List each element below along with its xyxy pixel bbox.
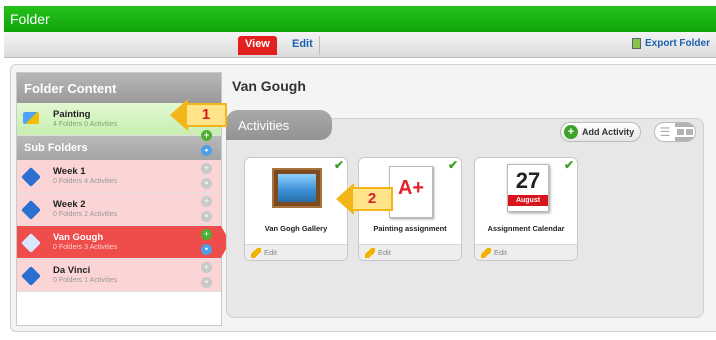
folder-meta: 0 Folders 4 Activities <box>53 178 118 185</box>
move-down-icon[interactable]: • <box>201 244 212 255</box>
folder-diamond-icon <box>21 233 41 253</box>
move-up-icon[interactable]: + <box>201 229 212 240</box>
move-down-icon[interactable]: • <box>201 277 212 288</box>
folder-meta: 0 Folders 2 Activities <box>53 211 118 218</box>
framed-picture-icon <box>272 168 322 208</box>
activity-edit-button[interactable]: Edit <box>475 244 577 260</box>
view-toggle: ☰ <box>654 122 696 142</box>
pencil-icon <box>365 247 375 258</box>
tab-view[interactable]: View <box>238 36 277 55</box>
edit-label: Edit <box>264 248 277 257</box>
move-down-icon[interactable]: • <box>201 211 212 222</box>
window-title: Folder <box>10 11 50 27</box>
window-titlebar: Folder <box>4 6 716 32</box>
page-title: Van Gough <box>232 78 306 94</box>
add-activity-label: Add Activity <box>582 127 635 137</box>
folder-meta: 0 Folders 3 Activities <box>53 244 118 251</box>
callout-arrow <box>170 99 188 131</box>
callout-arrow <box>336 183 354 215</box>
document-grade-icon: A+ <box>389 166 433 218</box>
folder-name: Van Gough <box>53 232 104 243</box>
export-icon <box>631 38 641 49</box>
pencil-icon <box>481 247 491 258</box>
activity-card-van-gogh-gallery[interactable]: ✔ Van Gogh Gallery Edit <box>244 157 348 261</box>
add-subfolder-icon[interactable]: + <box>201 130 212 141</box>
paint-palette-icon <box>23 112 39 128</box>
folder-diamond-icon <box>21 200 41 220</box>
activity-edit-button[interactable]: Edit <box>245 244 347 260</box>
subfolders-header: Sub Folders + • <box>17 130 221 160</box>
subfolder-item-week-1[interactable]: Week 1 0 Folders 4 Activities + • <box>17 160 221 193</box>
folder-name: Painting <box>53 109 91 120</box>
grid-view-icon[interactable] <box>675 123 695 141</box>
activity-label: Van Gogh Gallery <box>264 224 328 233</box>
folder-meta: 4 Folders 0 Activities <box>53 121 118 128</box>
edit-label: Edit <box>494 248 507 257</box>
move-up-icon[interactable]: + <box>201 163 212 174</box>
move-down-icon[interactable]: • <box>201 178 212 189</box>
move-up-icon[interactable]: + <box>201 196 212 207</box>
calendar-month: August <box>508 195 548 206</box>
check-icon: ✔ <box>333 158 344 172</box>
folder-meta: 0 Folders 1 Activities <box>53 277 118 284</box>
activities-tab: Activities <box>226 110 332 140</box>
folder-name: Week 2 <box>53 199 86 210</box>
subfolder-item-van-gough[interactable]: Van Gough 0 Folders 3 Activities + • <box>17 226 230 259</box>
tab-edit[interactable]: Edit <box>286 36 320 55</box>
subfolder-item-da-vinci[interactable]: Da Vinci 0 Folders 1 Activities + • <box>17 259 221 292</box>
calendar-day: 27 <box>515 168 541 193</box>
folder-settings-icon[interactable]: • <box>201 145 212 156</box>
pencil-icon <box>251 247 261 258</box>
activity-edit-button[interactable]: Edit <box>359 244 461 260</box>
folder-name: Week 1 <box>53 166 86 177</box>
subfolders-label: Sub Folders <box>24 142 88 154</box>
plus-icon: + <box>564 125 578 139</box>
activity-label: Assignment Calendar <box>487 224 565 233</box>
move-up-icon[interactable]: + <box>201 262 212 273</box>
toolbar: View Edit Export Folder <box>4 32 716 58</box>
folder-diamond-icon <box>21 266 41 286</box>
callout-number: 1 <box>187 103 227 127</box>
calendar-icon: 27 August <box>507 164 549 212</box>
folder-name: Da Vinci <box>53 265 91 276</box>
subfolder-item-week-2[interactable]: Week 2 0 Folders 2 Activities + • <box>17 193 221 226</box>
add-activity-button[interactable]: + Add Activity <box>560 122 642 142</box>
check-icon: ✔ <box>563 158 574 172</box>
folder-diamond-icon <box>21 167 41 187</box>
export-folder-button[interactable]: Export Folder <box>631 38 710 49</box>
list-view-icon[interactable]: ☰ <box>655 123 675 141</box>
callout-2: 2 <box>336 183 394 215</box>
activity-label: Painting assignment <box>373 224 447 233</box>
edit-label: Edit <box>378 248 391 257</box>
export-folder-label: Export Folder <box>644 38 710 49</box>
callout-1: 1 <box>170 99 228 131</box>
callout-number: 2 <box>353 187 393 211</box>
check-icon: ✔ <box>447 158 458 172</box>
activity-card-assignment-calendar[interactable]: ✔ 27 August Assignment Calendar Edit <box>474 157 578 261</box>
